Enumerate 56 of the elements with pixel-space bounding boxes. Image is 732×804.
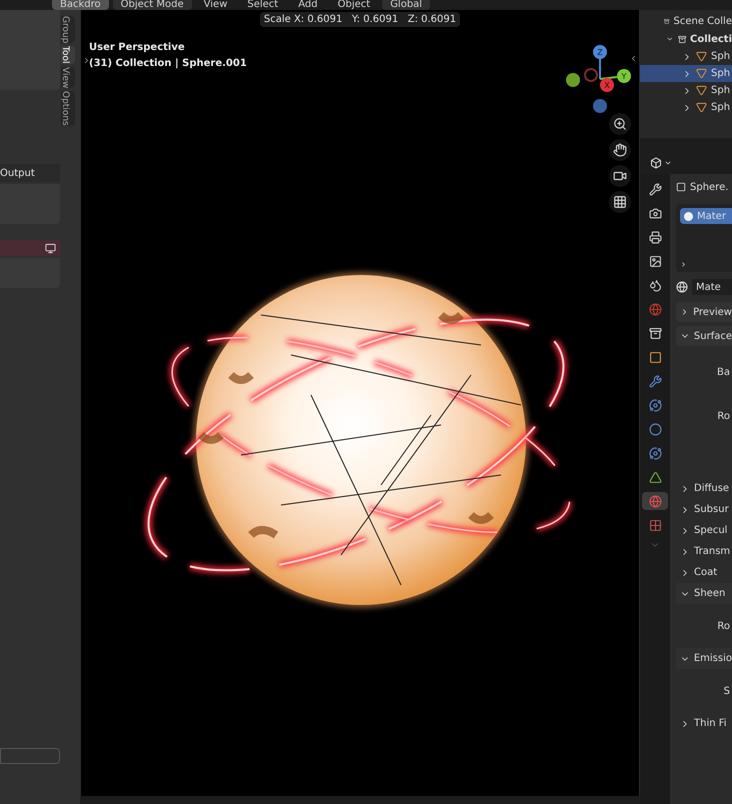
sidebar-tab[interactable]: Options	[61, 91, 75, 126]
viewport-title: User Perspective	[89, 41, 185, 55]
subpanel-header[interactable]: Coat	[694, 565, 718, 580]
tree-item-label: Sph	[711, 101, 730, 115]
tree-row[interactable]: Sph	[640, 82, 732, 99]
axis-label: Z	[597, 48, 603, 57]
sidebar-tab[interactable]: Group	[61, 16, 75, 44]
sidebar-tab[interactable]: View	[61, 66, 75, 88]
chevron-left-icon[interactable]	[629, 54, 638, 63]
hand-button[interactable]	[609, 139, 631, 161]
tree-item[interactable]: Collecti	[690, 32, 732, 46]
grid-button[interactable]	[609, 191, 631, 213]
panel-header: Output	[0, 164, 60, 182]
3d-viewport[interactable]: Scale X: 0.6091 Y: 0.6091 Z: 0.6091 User Perspective (31) Collection | Sphere.001 Z Y X	[80, 10, 640, 796]
monitor-icon	[45, 242, 56, 254]
object-name: Sphere.	[690, 180, 728, 194]
axis-label: Y	[622, 72, 626, 81]
field-label: Ba	[717, 366, 730, 380]
material-name-field[interactable]: Mate	[692, 279, 732, 295]
axis-label: X	[604, 81, 610, 90]
axis-gizmo[interactable]	[566, 45, 631, 113]
mesh-icon	[696, 85, 707, 96]
zoom-button[interactable]	[609, 113, 631, 135]
zoom-icon	[613, 117, 627, 131]
subpanel-header[interactable]: Thin Fi	[694, 716, 727, 731]
caret-icon[interactable]	[664, 159, 672, 167]
subpanel-header[interactable]: Specul	[694, 523, 728, 538]
tree-item-label: Sph	[711, 67, 730, 81]
hand-icon	[613, 143, 627, 157]
grid-icon	[613, 195, 627, 209]
mesh-icon	[696, 51, 707, 62]
tree-row[interactable]: Sph	[640, 99, 732, 116]
expand-chevron-icon[interactable]	[680, 261, 687, 268]
sidebar-tab[interactable]: Tool	[61, 46, 75, 64]
field-label: S	[724, 684, 730, 698]
tree-item[interactable]: Scene Colle	[674, 14, 732, 28]
scale-readout: Scale X: 0.6091 Y: 0.6091 Z: 0.6091	[260, 12, 460, 27]
mesh-icon	[696, 102, 707, 113]
tree-item-label: Sph	[711, 84, 730, 98]
field-label: Ro	[717, 410, 730, 424]
chevron-right-icon[interactable]	[82, 56, 91, 65]
tree-row[interactable]: Sph	[640, 48, 732, 65]
subpanel-header[interactable]: Diffuse	[694, 481, 730, 496]
material-slot[interactable]: Mater	[680, 208, 732, 224]
camera-icon	[613, 169, 627, 183]
tree-item-label: Sph	[711, 50, 730, 64]
subpanel-header[interactable]: Transm	[694, 544, 730, 559]
viewport-context: (31) Collection | Sphere.001	[89, 57, 247, 71]
mesh-icon	[696, 68, 707, 79]
field-label: Ro	[717, 620, 730, 634]
camera-button[interactable]	[609, 165, 631, 187]
subpanel-header[interactable]: Subsur	[694, 502, 729, 517]
tree-row[interactable]: Sph	[640, 65, 732, 82]
panel-card	[0, 748, 60, 764]
collection-icon	[648, 326, 662, 340]
collection-icon	[678, 34, 686, 44]
